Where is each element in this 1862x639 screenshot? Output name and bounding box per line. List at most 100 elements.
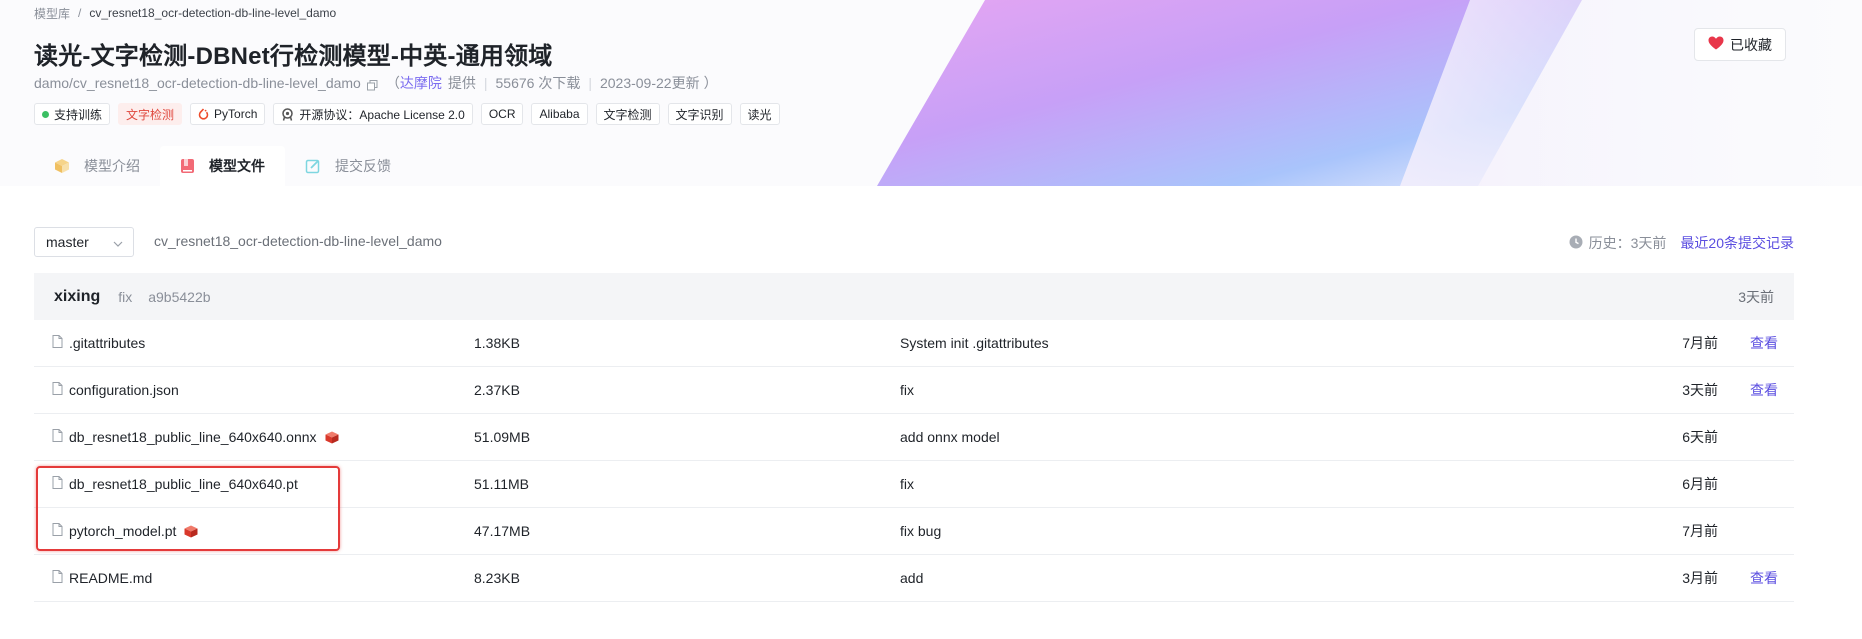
commit-message: fix (118, 288, 133, 305)
meta-close-paren: ） (703, 75, 718, 91)
history-info: 历史：3天前 最近20条提交记录 (1569, 233, 1794, 253)
tag-license[interactable]: 开源协议：Apache License 2.0 (273, 103, 473, 125)
file-name: configuration.json (69, 382, 179, 398)
file-commit-message: add (900, 570, 924, 586)
branch-select[interactable]: master (34, 227, 134, 257)
favorite-label: 已收藏 (1730, 36, 1772, 53)
file-name-cell[interactable]: db_resnet18_public_line_640x640.onnx (52, 429, 339, 445)
file-time: 3月前 (1682, 570, 1718, 586)
chevron-down-icon (113, 234, 123, 250)
clock-icon (1569, 235, 1583, 252)
file-icon (52, 335, 63, 351)
lfs-box-icon (184, 525, 198, 538)
tag-text-detection[interactable]: 文字检测 (595, 103, 660, 125)
model-meta: damo/cv_resnet18_ocr-detection-db-line-l… (34, 74, 718, 92)
page-title: 读光-文字检测-DBNet行检测模型-中英-通用领域 (34, 43, 553, 70)
table-row: db_resnet18_public_line_640x640.onnx 51.… (34, 414, 1794, 461)
tag-train[interactable]: 支持训练 (34, 103, 111, 125)
heart-icon (1708, 36, 1724, 53)
file-name: .gitattributes (69, 335, 146, 351)
file-icon (52, 570, 63, 586)
file-commit-message: fix bug (900, 523, 942, 539)
meta-separator: | (588, 75, 592, 91)
file-icon (52, 382, 63, 398)
branch-value: master (46, 234, 89, 250)
file-size: 51.11MB (474, 476, 529, 492)
view-link[interactable]: 查看 (1750, 568, 1778, 588)
file-size: 2.37KB (474, 382, 520, 398)
view-link[interactable]: 查看 (1750, 333, 1778, 353)
file-icon (52, 523, 63, 539)
file-size: 51.09MB (474, 429, 531, 445)
file-icon (52, 476, 63, 492)
file-time: 7月前 (1682, 335, 1718, 351)
file-name: README.md (69, 570, 153, 586)
breadcrumb-root[interactable]: 模型库 (34, 5, 70, 22)
file-name-cell[interactable]: pytorch_model.pt (52, 523, 198, 539)
meta-separator: | (483, 75, 488, 91)
model-id: damo/cv_resnet18_ocr-detection-db-line-l… (34, 75, 361, 91)
file-size: 8.23KB (474, 570, 520, 586)
tag-duguang[interactable]: 读光 (739, 103, 780, 125)
book-icon (180, 158, 195, 174)
file-commit-message: fix (900, 476, 914, 492)
table-row: db_resnet18_public_line_640x640.pt 51.11… (34, 461, 1794, 508)
tab-feedback[interactable]: 提交反馈 (285, 146, 411, 186)
breadcrumb-separator: / (78, 6, 82, 20)
edit-icon (305, 158, 321, 174)
table-row: pytorch_model.pt 47.17MB fix bug 7月前 (34, 508, 1794, 555)
file-size: 47.17MB (474, 523, 531, 539)
tag-list: 支持训练 文字检测 PyTorch 开源协议：Apache License 2.… (34, 103, 780, 125)
file-time: 3天前 (1682, 382, 1718, 398)
repo-path: cv_resnet18_ocr-detection-db-line-level_… (154, 233, 442, 249)
green-dot-icon (42, 110, 49, 118)
provider-link[interactable]: 达摩院 (400, 73, 442, 93)
history-label: 历史：3天前 (1588, 235, 1667, 251)
file-name-cell[interactable]: .gitattributes (52, 335, 145, 351)
file-name-cell[interactable]: configuration.json (52, 382, 179, 398)
file-table: xixing fix a9b5422b 3天前 .gitattributes 1… (34, 273, 1794, 602)
file-time: 6天前 (1682, 429, 1718, 445)
update-date: 2023-09-22更新 (599, 75, 700, 91)
file-commit-message: System init .gitattributes (900, 335, 1049, 351)
download-count: 55676 次下载 (495, 75, 581, 91)
license-icon (281, 107, 294, 121)
file-name: db_resnet18_public_line_640x640.pt (69, 476, 298, 492)
file-time: 7月前 (1682, 523, 1718, 539)
commit-history-link[interactable]: 最近20条提交记录 (1680, 233, 1794, 253)
table-row: configuration.json 2.37KB fix 3天前 查看 (34, 367, 1794, 414)
file-commit-message: add onnx model (900, 429, 1000, 445)
pytorch-icon (198, 108, 209, 120)
commit-time: 3天前 (1738, 288, 1774, 305)
tag-framework[interactable]: PyTorch (190, 103, 266, 125)
favorite-button[interactable]: 已收藏 (1694, 28, 1786, 61)
file-time: 6月前 (1682, 476, 1718, 492)
provider-suffix: 提供 (447, 75, 476, 91)
tag-ocr[interactable]: OCR (480, 103, 524, 125)
latest-commit-row: xixing fix a9b5422b 3天前 (34, 273, 1794, 320)
tag-task[interactable]: 文字检测 (118, 103, 183, 125)
tab-model-files[interactable]: 模型文件 (160, 146, 285, 186)
file-name-cell[interactable]: db_resnet18_public_line_640x640.pt (52, 476, 298, 492)
model-header: 模型库 / cv_resnet18_ocr-detection-db-line-… (0, 0, 1862, 186)
commit-author[interactable]: xixing (54, 288, 100, 306)
table-row: README.md 8.23KB add 3月前 查看 (34, 555, 1794, 602)
breadcrumb-current: cv_resnet18_ocr-detection-db-line-level_… (89, 6, 337, 20)
file-name: db_resnet18_public_line_640x640.onnx (69, 429, 317, 445)
copy-icon[interactable] (366, 78, 378, 90)
file-icon (52, 429, 63, 445)
table-row: .gitattributes 1.38KB System init .gitat… (34, 320, 1794, 367)
meta-open-paren: （ (385, 75, 400, 91)
file-name-cell[interactable]: README.md (52, 570, 152, 586)
box-icon (54, 158, 70, 174)
file-name: pytorch_model.pt (69, 523, 177, 539)
breadcrumb: 模型库 / cv_resnet18_ocr-detection-db-line-… (34, 4, 336, 22)
tag-text-recognition[interactable]: 文字识别 (667, 103, 732, 125)
view-link[interactable]: 查看 (1750, 380, 1778, 400)
tab-model-intro[interactable]: 模型介绍 (34, 146, 160, 186)
lfs-box-icon (325, 431, 339, 444)
model-tabs: 模型介绍 模型文件 提交反馈 (34, 146, 411, 186)
tag-alibaba[interactable]: Alibaba (531, 103, 588, 125)
file-size: 1.38KB (474, 335, 520, 351)
commit-hash[interactable]: a9b5422b (148, 289, 210, 305)
